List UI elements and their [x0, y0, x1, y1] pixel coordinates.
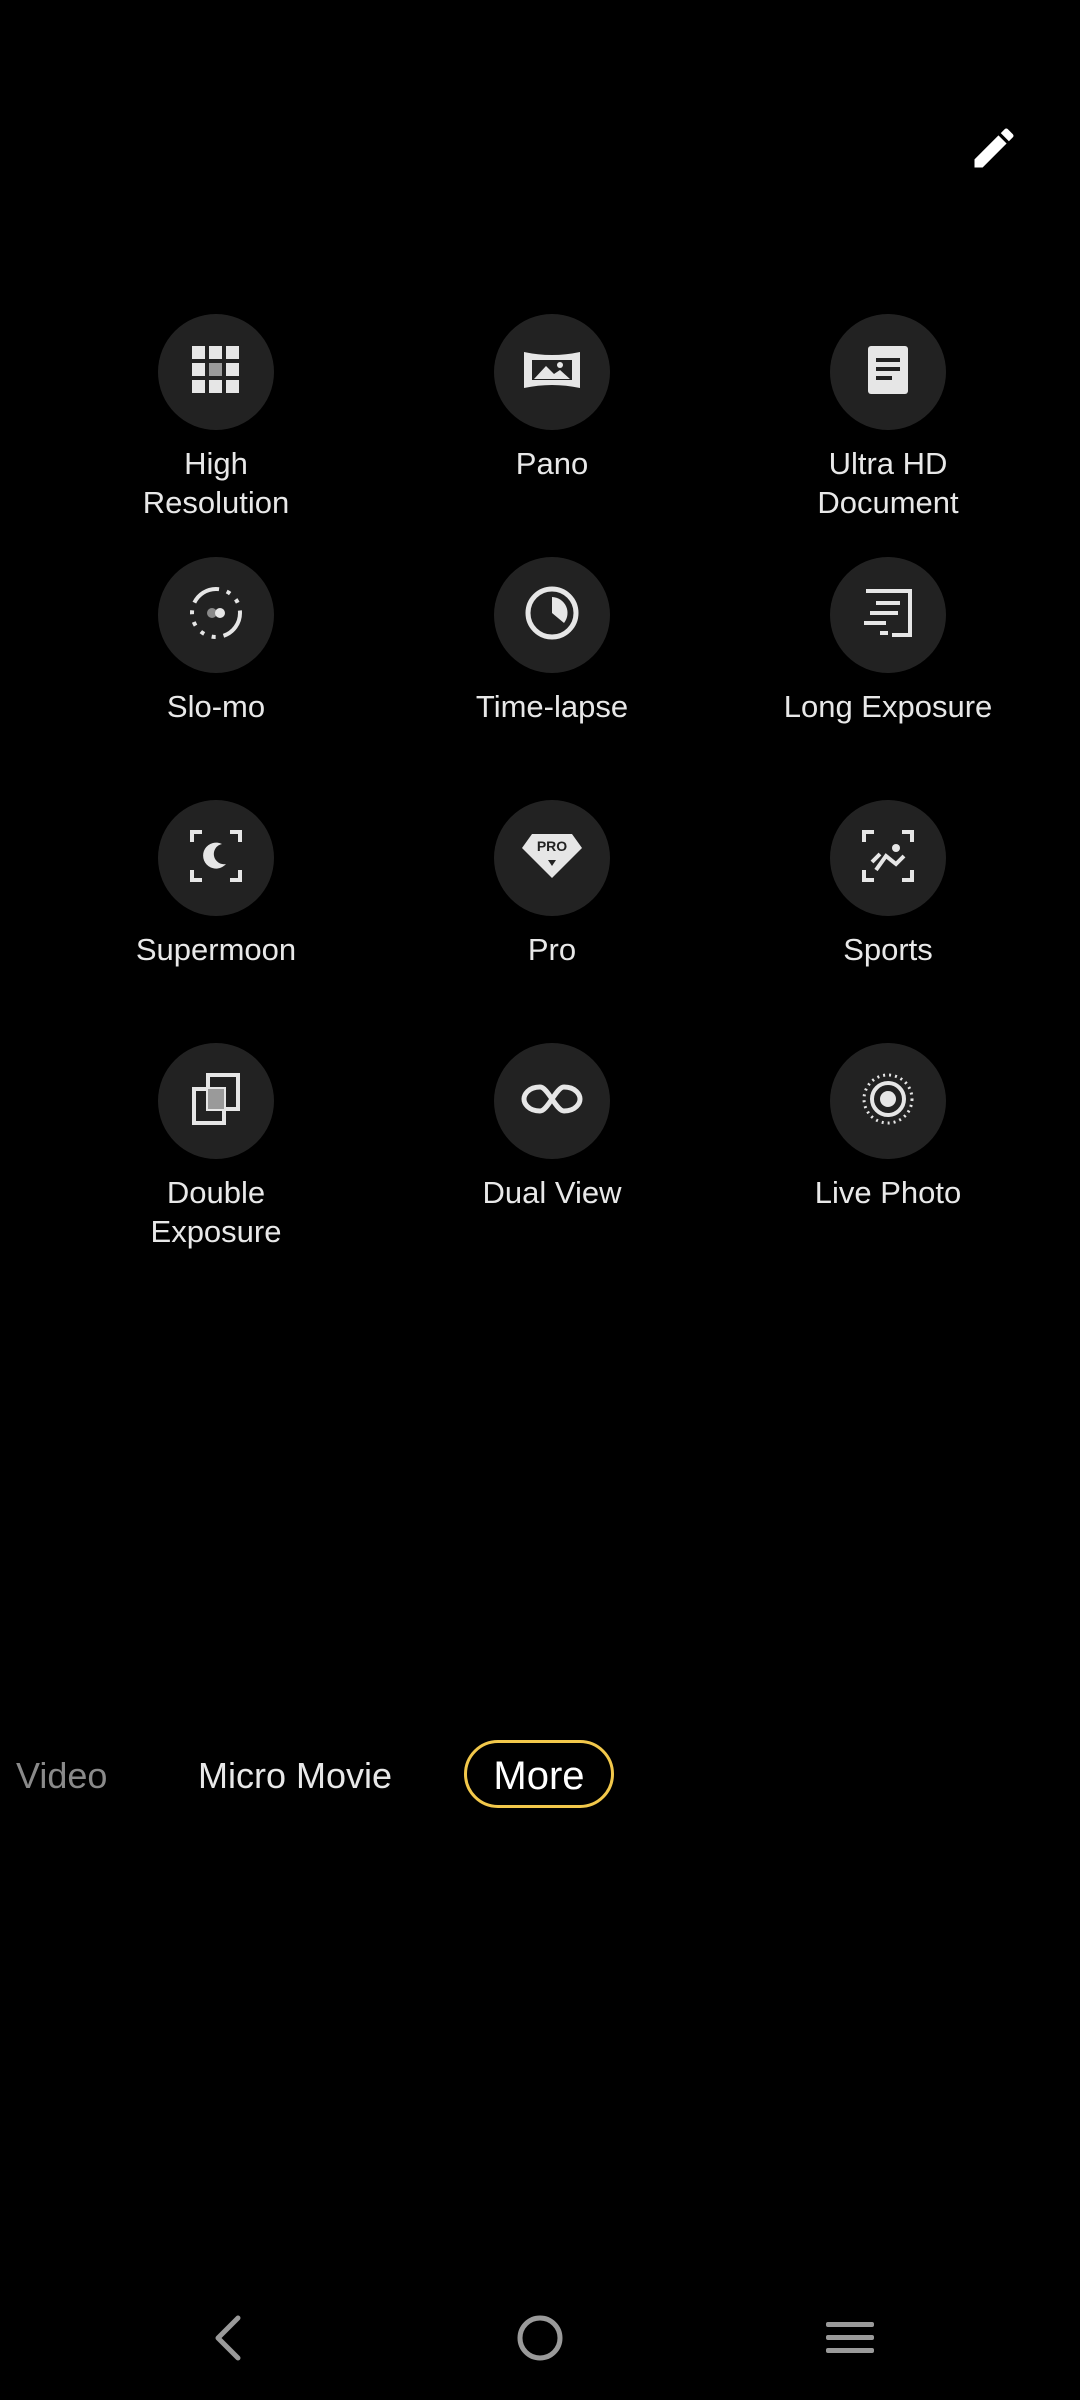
edit-button[interactable]	[956, 112, 1032, 188]
mode-icon-circle	[158, 557, 274, 673]
slow-motion-icon	[186, 583, 246, 648]
grid-icon	[188, 342, 244, 403]
mode-time-lapse[interactable]: Time-lapse	[402, 557, 702, 726]
pro-diamond-icon: PRO	[520, 830, 584, 887]
mode-label: Pano	[515, 446, 589, 481]
mode-label: Double Exposure	[150, 1175, 282, 1249]
moon-icon	[186, 826, 246, 891]
mode-dual-view[interactable]: Dual View	[402, 1043, 702, 1212]
timer-icon	[522, 583, 582, 648]
document-icon	[864, 344, 912, 401]
mode-long-exposure[interactable]: Long Exposure	[738, 557, 1038, 726]
mode-label: Pro	[527, 932, 577, 967]
mode-icon-circle	[158, 800, 274, 916]
sports-icon	[858, 826, 918, 891]
mode-icon-circle	[158, 1043, 274, 1159]
home-icon	[514, 2312, 566, 2369]
mode-pano[interactable]: Pano	[402, 314, 702, 483]
mode-icon-circle: PRO	[494, 800, 610, 916]
mode-double-exposure[interactable]: Double Exposure	[66, 1043, 366, 1251]
mode-label: Dual View	[482, 1175, 622, 1210]
mode-label: High Resolution	[142, 446, 290, 520]
back-icon	[208, 2312, 248, 2369]
mode-icon-circle	[830, 314, 946, 430]
mode-label: Slo-mo	[166, 689, 266, 724]
mode-supermoon[interactable]: Supermoon	[66, 800, 366, 969]
mode-slo-mo[interactable]: Slo-mo	[66, 557, 366, 726]
double-exposure-icon	[186, 1069, 246, 1134]
tab-more[interactable]: More	[464, 1740, 614, 1808]
mode-sports[interactable]: Sports	[738, 800, 1038, 969]
mode-icon-circle	[830, 800, 946, 916]
mode-live-photo[interactable]: Live Photo	[738, 1043, 1038, 1212]
mode-icon-circle	[494, 1043, 610, 1159]
mode-icon-circle	[830, 557, 946, 673]
tab-micro-movie[interactable]: Micro Movie	[198, 1740, 392, 1812]
pencil-icon	[968, 122, 1020, 179]
dual-view-icon	[520, 1079, 584, 1124]
tab-video[interactable]: Video	[16, 1740, 107, 1812]
menu-button[interactable]	[810, 2300, 890, 2380]
mode-pro[interactable]: PRO Pro	[402, 800, 702, 969]
back-button[interactable]	[188, 2300, 268, 2380]
mode-label: Sports	[843, 932, 933, 967]
mode-icon-circle	[494, 557, 610, 673]
panorama-icon	[520, 346, 584, 399]
mode-ultra-hd-document[interactable]: Ultra HD Document	[738, 314, 1038, 522]
home-button[interactable]	[500, 2300, 580, 2380]
mode-switcher: Video Micro Movie More	[0, 1740, 1080, 1824]
long-exposure-icon	[858, 585, 918, 646]
mode-label: Time-lapse	[475, 689, 629, 724]
system-nav-bar	[0, 2300, 1080, 2380]
mode-icon-circle	[830, 1043, 946, 1159]
mode-label: Supermoon	[135, 932, 297, 967]
mode-label: Ultra HD Document	[817, 446, 959, 520]
mode-icon-circle	[494, 314, 610, 430]
mode-high-resolution[interactable]: High Resolution	[66, 314, 366, 522]
mode-label: Long Exposure	[783, 689, 993, 724]
svg-text:PRO: PRO	[537, 838, 567, 854]
mode-icon-circle	[158, 314, 274, 430]
live-photo-icon	[858, 1069, 918, 1134]
menu-icon	[824, 2316, 876, 2365]
mode-label: Live Photo	[814, 1175, 962, 1210]
